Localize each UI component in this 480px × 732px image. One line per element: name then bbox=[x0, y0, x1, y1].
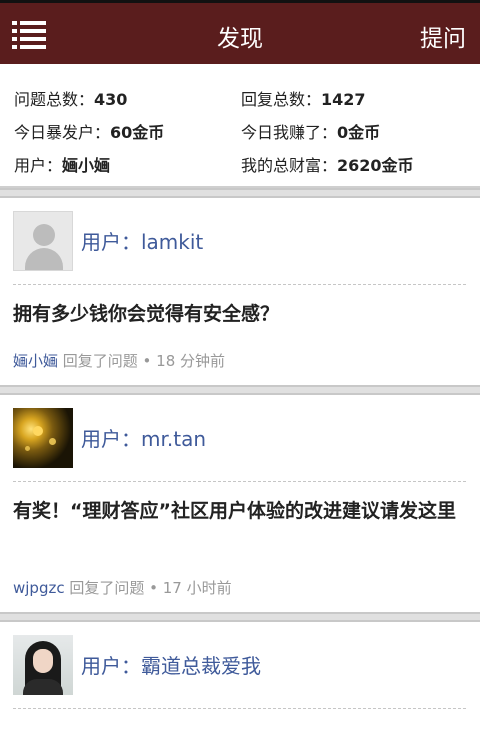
feed-item-meta: wjpgzc 回复了问题 • 17 小时前 bbox=[13, 579, 232, 597]
stat-today-payout: 今日暴发户：60金币 bbox=[14, 123, 165, 142]
stat-question-total: 问题总数：430 bbox=[14, 90, 128, 109]
feed-item-meta: 婳小婳 回复了问题 • 18 分钟前 bbox=[13, 352, 226, 370]
stat-today-earned: 今日我赚了：0金币 bbox=[241, 123, 381, 142]
divider bbox=[0, 385, 480, 395]
stat-reply-total: 回复总数：1427 bbox=[241, 90, 366, 109]
feed-item[interactable]: 用户：霸道总裁爱我 bbox=[0, 622, 480, 732]
avatar[interactable] bbox=[13, 211, 73, 271]
avatar[interactable] bbox=[13, 408, 73, 468]
page-title: 发现 bbox=[217, 26, 263, 52]
reply-user-link[interactable]: 婳小婳 bbox=[13, 352, 58, 370]
divider bbox=[13, 481, 466, 482]
avatar[interactable] bbox=[13, 635, 73, 695]
feed-item-username[interactable]: 用户：lamkit bbox=[81, 226, 203, 255]
stat-user: 用户：婳小婳 bbox=[14, 156, 111, 175]
divider bbox=[0, 612, 480, 622]
feed-item[interactable]: 用户：lamkit 拥有多少钱你会觉得有安全感？ 婳小婳 回复了问题 • 18 … bbox=[0, 198, 480, 385]
stat-my-wealth: 我的总财富：2620金币 bbox=[241, 156, 414, 175]
feed-item-question[interactable]: 有奖！“理财答应”社区用户体验的改进建议请发这里 bbox=[13, 496, 460, 526]
reply-user-link[interactable]: wjpgzc bbox=[13, 579, 65, 597]
feed-item[interactable]: 用户：mr.tan 有奖！“理财答应”社区用户体验的改进建议请发这里 wjpgz… bbox=[0, 395, 480, 612]
divider bbox=[13, 284, 466, 285]
ask-question-button[interactable]: 提问 bbox=[420, 19, 466, 53]
divider bbox=[13, 708, 466, 709]
feed-item-question[interactable]: 拥有多少钱你会觉得有安全感？ bbox=[13, 299, 460, 329]
feed-item-username[interactable]: 用户：霸道总裁爱我 bbox=[81, 650, 261, 679]
divider bbox=[0, 188, 480, 198]
top-app-bar: 发现 提问 bbox=[0, 0, 480, 64]
feed-item-username[interactable]: 用户：mr.tan bbox=[81, 423, 206, 452]
stats-panel: 问题总数：430 回复总数：1427 今日暴发户：60金币 今日我赚了：0金币 … bbox=[0, 64, 480, 188]
